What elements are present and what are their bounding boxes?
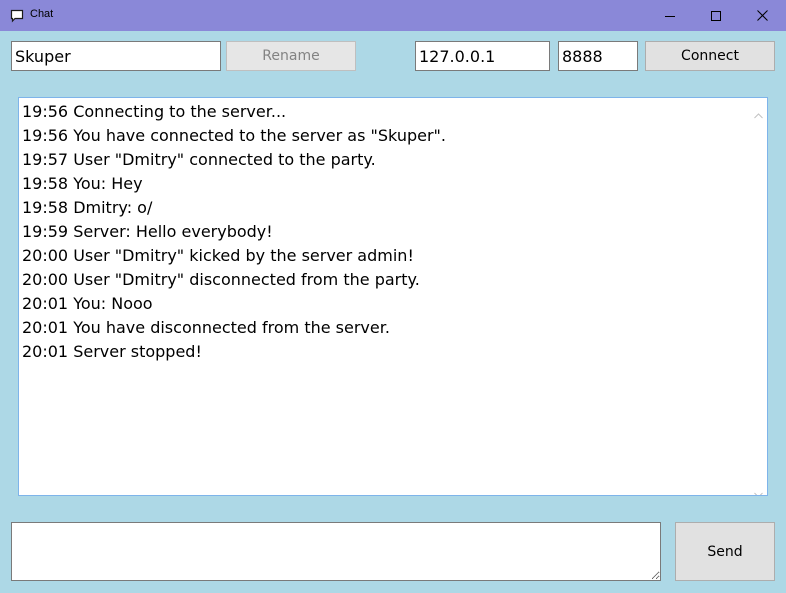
log-scrollbar[interactable] [750,98,767,495]
log-line: 20:01 You: Nooo [22,294,153,313]
username-field[interactable] [11,41,221,71]
chat-log-lines: 19:56 Connecting to the server... 19:56 … [22,100,446,364]
title-bar[interactable]: Chat [0,0,786,31]
chat-log[interactable]: 19:56 Connecting to the server... 19:56 … [18,97,768,496]
log-line: 20:01 Server stopped! [22,342,202,361]
message-input[interactable] [11,522,661,581]
log-line: 20:01 You have disconnected from the ser… [22,318,390,337]
window-title: Chat [30,8,54,20]
log-line: 20:00 User "Dmitry" kicked by the server… [22,246,414,265]
log-line: 19:56 You have connected to the server a… [22,126,446,145]
log-line: 20:00 User "Dmitry" disconnected from th… [22,270,420,289]
log-line: 19:56 Connecting to the server... [22,102,287,121]
log-line: 19:57 User "Dmitry" connected to the par… [22,150,376,169]
close-icon [756,10,768,21]
ip-address-field[interactable] [415,41,550,71]
send-button[interactable]: Send [675,522,775,581]
chevron-down-icon[interactable] [754,483,763,495]
maximize-button[interactable] [693,0,739,31]
minimize-button[interactable] [647,0,693,31]
log-line: 19:58 Dmitry: o/ [22,198,153,217]
chat-bubble-icon [10,8,24,23]
connect-button[interactable]: Connect [645,41,775,71]
log-line: 19:59 Server: Hello everybody! [22,222,273,241]
maximize-icon [711,10,721,21]
minimize-icon [665,11,675,21]
log-line: 19:58 You: Hey [22,174,143,193]
port-field[interactable] [558,41,638,71]
close-button[interactable] [739,0,785,31]
rename-button[interactable]: Rename [226,41,356,71]
chevron-up-icon[interactable] [754,104,763,119]
